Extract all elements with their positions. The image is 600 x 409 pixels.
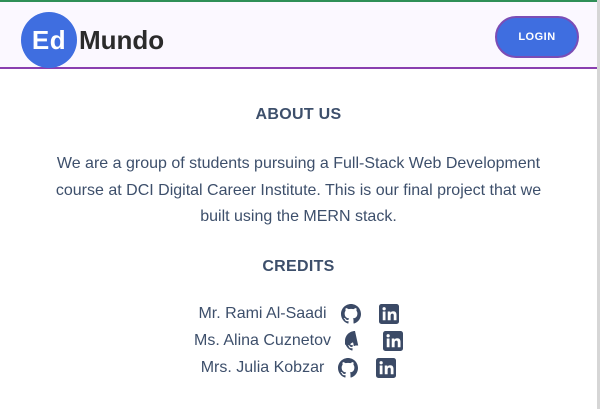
about-line: built using the MERN stack. bbox=[200, 208, 397, 225]
page: Ed Mundo LOGIN ABOUT US We are a group o… bbox=[0, 0, 600, 409]
logo[interactable]: Ed Mundo bbox=[21, 12, 164, 68]
logo-badge: Ed bbox=[21, 12, 77, 68]
about-description: We are a group of students pursuing a Fu… bbox=[40, 151, 557, 231]
about-line: course at DCI Digital Career Institute. … bbox=[55, 181, 542, 199]
credit-row: Ms. Alina Cuznetov bbox=[0, 329, 597, 353]
github-icon[interactable] bbox=[344, 331, 365, 351]
credit-name: Mr. Rami Al-Saadi bbox=[198, 305, 327, 322]
credit-row: Mrs. Julia Kobzar bbox=[0, 356, 597, 380]
linkedin-icon[interactable] bbox=[378, 304, 399, 324]
login-button[interactable]: LOGIN bbox=[495, 16, 579, 58]
navbar: Ed Mundo LOGIN bbox=[0, 2, 597, 69]
github-icon[interactable] bbox=[338, 358, 359, 378]
credits-heading: CREDITS bbox=[262, 258, 335, 275]
github-icon[interactable] bbox=[340, 304, 361, 324]
linkedin-icon[interactable] bbox=[382, 331, 403, 351]
logo-wordmark: Mundo bbox=[79, 24, 165, 55]
linkedin-icon[interactable] bbox=[376, 358, 397, 378]
credit-row: Mr. Rami Al-Saadi bbox=[0, 302, 597, 326]
credit-name: Mrs. Julia Kobzar bbox=[200, 359, 325, 376]
about-line: We are a group of students pursuing a Fu… bbox=[56, 155, 541, 172]
about-heading: ABOUT US bbox=[255, 106, 342, 123]
credit-name: Ms. Alina Cuznetov bbox=[194, 332, 331, 349]
